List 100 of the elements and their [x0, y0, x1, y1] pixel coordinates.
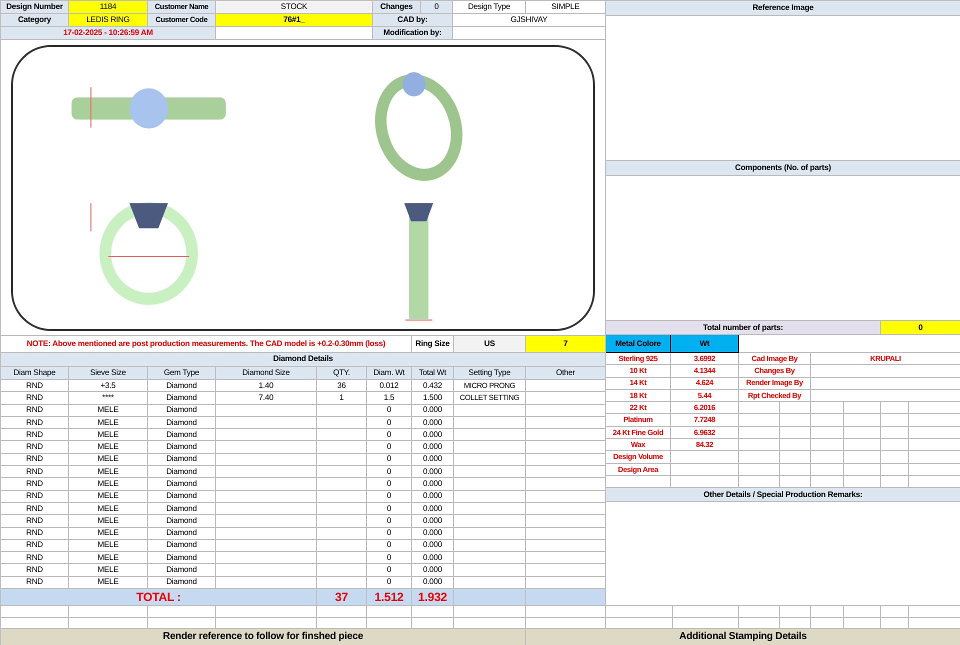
footer-heading: Render reference to follow for finshed piece	[1, 629, 526, 645]
table-cell: RND	[1, 490, 69, 503]
table-cell: 0	[367, 454, 412, 466]
table-cell: 0	[367, 416, 412, 430]
section-header: Other Details / Special Production Remarks:	[606, 488, 960, 502]
table-cell: Diamond	[148, 404, 216, 417]
empty-cell	[454, 490, 526, 503]
table-cell: MELE	[69, 515, 148, 528]
total-label: TOTAL :	[1, 589, 317, 606]
table-cell: Diamond	[148, 515, 216, 528]
empty-cell	[317, 416, 367, 430]
empty-cell	[739, 439, 780, 452]
field-value: GJSHIVAY	[453, 14, 606, 27]
empty-cell	[811, 451, 844, 464]
table-cell: Diamond	[148, 490, 216, 503]
empty-cell	[811, 426, 844, 440]
table-cell: 0.000	[412, 478, 454, 491]
table-cell: 0.000	[412, 502, 454, 516]
empty-cell	[454, 564, 526, 577]
table-cell: 0	[367, 564, 412, 577]
table-cell: ****	[69, 392, 148, 405]
table-cell: 0.000	[412, 429, 454, 442]
total-value: 1.932	[412, 589, 454, 606]
table-cell: Diamond	[148, 552, 216, 564]
table-cell: MELE	[69, 429, 148, 442]
empty-cell	[148, 606, 216, 618]
table-cell: 0	[367, 429, 412, 442]
table-cell: 0.000	[412, 540, 454, 552]
empty-cell	[454, 416, 526, 430]
table-cell: +3.5	[69, 380, 148, 392]
field-value: STOCK	[216, 1, 373, 14]
empty-cell	[881, 414, 909, 427]
empty-cell	[739, 464, 780, 476]
table-cell: RND	[1, 466, 69, 478]
table-cell: 1.40	[216, 380, 317, 392]
table-cell: RND	[1, 429, 69, 442]
table-cell: Diamond	[148, 380, 216, 392]
table-cell: 0.000	[412, 490, 454, 503]
empty-cell	[454, 478, 526, 491]
table-cell: 0.012	[367, 380, 412, 392]
footer-heading: Additional Stamping Details	[526, 629, 960, 645]
column-header: Total Wt	[412, 366, 454, 380]
field-value: 1184	[69, 1, 148, 14]
table-cell: 1	[317, 392, 367, 405]
table-cell: MELE	[69, 502, 148, 516]
table-cell: RND	[1, 478, 69, 491]
table-cell: 0.000	[412, 552, 454, 564]
empty-cell	[367, 606, 412, 618]
empty-cell	[317, 552, 367, 564]
table-cell: 0	[367, 552, 412, 564]
table-cell: 7.40	[216, 392, 317, 405]
field-label: Category	[1, 14, 69, 27]
table-cell: MELE	[69, 564, 148, 577]
empty-cell	[317, 429, 367, 442]
table-cell: 0	[367, 466, 412, 478]
table-cell: RND	[1, 528, 69, 540]
empty-cell	[454, 466, 526, 478]
table-cell: RND	[1, 404, 69, 417]
table-cell: MELE	[69, 552, 148, 564]
table-cell: Diamond	[148, 441, 216, 454]
field-value: US	[454, 336, 526, 353]
table-cell: RND	[1, 552, 69, 564]
table-cell: RND	[1, 564, 69, 577]
empty-cell	[454, 515, 526, 528]
empty-cell	[844, 414, 881, 427]
table-cell: RND	[1, 441, 69, 454]
empty-cell	[454, 502, 526, 516]
empty-cell	[739, 451, 780, 464]
empty-cell	[454, 552, 526, 564]
table-cell: 0.000	[412, 441, 454, 454]
table-cell: Diamond	[148, 392, 216, 405]
table-cell: RND	[1, 515, 69, 528]
table-cell: Diamond	[148, 528, 216, 540]
total-value: 1.512	[367, 589, 412, 606]
field-label: Design Type	[453, 1, 526, 14]
table-cell: 0.432	[412, 380, 454, 392]
table-cell: Diamond	[148, 540, 216, 552]
column-header: Diam. Wt	[367, 366, 412, 380]
table-cell: 0.000	[412, 564, 454, 577]
table-cell: MELE	[69, 466, 148, 478]
table-cell: Diamond	[148, 466, 216, 478]
column-header: Other	[526, 366, 606, 380]
empty-cell	[780, 464, 811, 476]
empty-cell	[671, 464, 739, 476]
empty-cell	[317, 540, 367, 552]
empty-cell	[454, 404, 526, 417]
table-cell: 0	[367, 528, 412, 540]
empty-cell	[739, 414, 780, 427]
empty-cell	[780, 451, 811, 464]
empty-cell	[317, 478, 367, 491]
table-cell: RND	[1, 454, 69, 466]
table-cell: 0.000	[412, 404, 454, 417]
empty-cell	[780, 426, 811, 440]
table-cell: MELE	[69, 416, 148, 430]
field-label: Modification by:	[373, 27, 453, 40]
empty-cell	[317, 606, 367, 618]
timestamp: 17-02-2025 - 10:26:59 AM	[1, 27, 216, 40]
column-header: Wt	[671, 335, 739, 353]
empty-cell	[844, 426, 881, 440]
field-value: 0	[421, 1, 453, 14]
